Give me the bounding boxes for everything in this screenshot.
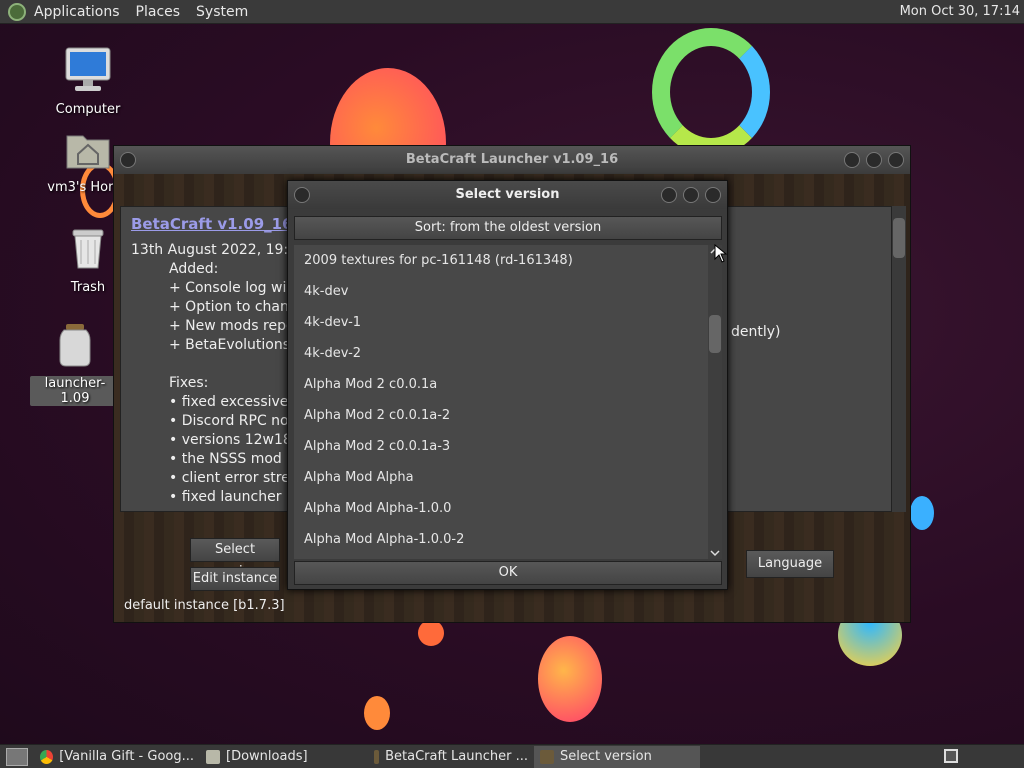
jar-file-icon — [59, 324, 91, 367]
changelog-line: dently) — [731, 324, 781, 340]
minimize-icon[interactable] — [661, 187, 677, 203]
minimize-icon[interactable] — [844, 152, 860, 168]
window-menu-icon[interactable] — [120, 152, 136, 168]
taskbar-item-label: Select version — [560, 749, 652, 764]
scroll-down-icon[interactable] — [708, 547, 722, 559]
top-panel: Applications Places System Mon Oct 30, 1… — [0, 0, 1024, 24]
launcher-titlebar[interactable]: BetaCraft Launcher v1.09_16 — [114, 146, 910, 174]
version-list-item[interactable]: Alpha Mod 2 c0.0.1a-3 — [294, 431, 708, 462]
ok-button[interactable]: OK — [294, 561, 722, 585]
taskbar-item-label: BetaCraft Launcher ... — [385, 749, 528, 764]
desktop-icon-launcher-jar[interactable]: launcher-1.09 — [30, 320, 120, 406]
close-icon[interactable] — [888, 152, 904, 168]
taskbar-item-label: [Vanilla Gift - Goog... — [59, 749, 194, 764]
version-list-item[interactable]: 4k-dev — [294, 276, 708, 307]
chrome-icon — [40, 749, 54, 764]
launcher-title: BetaCraft Launcher v1.09_16 — [405, 152, 619, 167]
changelog-scroll-thumb[interactable] — [893, 218, 905, 258]
instance-status: default instance [b1.7.3] — [124, 598, 285, 613]
menu-places[interactable]: Places — [136, 4, 181, 20]
version-list-scroll-thumb[interactable] — [709, 315, 721, 353]
version-list-scrollbar[interactable] — [708, 245, 722, 559]
version-list-item[interactable]: 4k-dev-1 — [294, 307, 708, 338]
desktop-icon-label: Computer — [55, 102, 121, 117]
taskbar-item-label: [Downloads] — [226, 749, 308, 764]
show-desktop-icon[interactable] — [6, 747, 28, 766]
version-list-item[interactable]: Alpha Mod 2 c0.0.1a-2 — [294, 400, 708, 431]
mouse-cursor-icon — [714, 244, 728, 263]
maximize-icon[interactable] — [683, 187, 699, 203]
version-list-item[interactable]: 2009 textures for pc-161148 (rd-161348) — [294, 245, 708, 276]
close-icon[interactable] — [705, 187, 721, 203]
dialog-titlebar[interactable]: Select version — [288, 181, 727, 209]
desktop-icon-label: launcher-1.09 — [30, 376, 120, 406]
home-folder-icon — [66, 135, 110, 169]
version-list-item[interactable]: Alpha Mod Alpha-1.0.0 — [294, 493, 708, 524]
taskbar-item-chrome[interactable]: [Vanilla Gift - Goog... — [34, 746, 200, 768]
maximize-icon[interactable] — [866, 152, 882, 168]
dialog-title: Select version — [455, 187, 560, 202]
taskbar: [Vanilla Gift - Goog... [Downloads] Beta… — [0, 744, 1024, 768]
decor-blob — [538, 636, 602, 722]
betacraft-icon — [374, 749, 380, 764]
version-list-item[interactable]: Alpha Mod Alpha — [294, 462, 708, 493]
decor-blob — [418, 620, 444, 646]
panel-clock[interactable]: Mon Oct 30, 17:14 — [900, 4, 1020, 19]
taskbar-item-betacraft[interactable]: BetaCraft Launcher ... — [368, 746, 534, 768]
window-menu-icon[interactable] — [294, 187, 310, 203]
version-list-item[interactable]: Alpha Mod 2 c0.0.1a — [294, 369, 708, 400]
select-version-dialog: Select version Sort: from the oldest ver… — [287, 180, 728, 590]
computer-icon — [65, 47, 111, 91]
desktop-icon-label: Trash — [70, 280, 106, 295]
sort-order-button[interactable]: Sort: from the oldest version — [294, 216, 722, 240]
decor-ring — [652, 28, 770, 156]
folder-icon — [206, 749, 220, 764]
menu-system[interactable]: System — [196, 4, 248, 20]
decor-blob — [364, 696, 390, 730]
taskbar-item-downloads[interactable]: [Downloads] — [200, 746, 368, 768]
distro-logo-icon[interactable] — [8, 2, 26, 21]
menu-applications[interactable]: Applications — [34, 4, 120, 20]
decor-blob — [910, 496, 934, 530]
changelog-scrollbar[interactable] — [892, 206, 906, 512]
workspace-switcher-icon[interactable] — [944, 749, 958, 763]
version-list-item[interactable]: Alpha Mod Alpha-1.0.0-2 — [294, 524, 708, 555]
betacraft-icon — [540, 749, 554, 764]
trash-icon — [72, 229, 104, 269]
version-list[interactable]: 2009 textures for pc-161148 (rd-161348) … — [294, 245, 708, 559]
edit-instance-button[interactable]: Edit instance — [190, 567, 280, 591]
select-version-button[interactable]: Select version — [190, 538, 280, 579]
version-list-item[interactable]: 4k-dev-2 — [294, 338, 708, 369]
desktop-icon-computer[interactable]: Computer — [38, 46, 138, 117]
taskbar-item-select-version[interactable]: Select version — [534, 745, 700, 768]
language-button[interactable]: Language — [746, 550, 834, 578]
